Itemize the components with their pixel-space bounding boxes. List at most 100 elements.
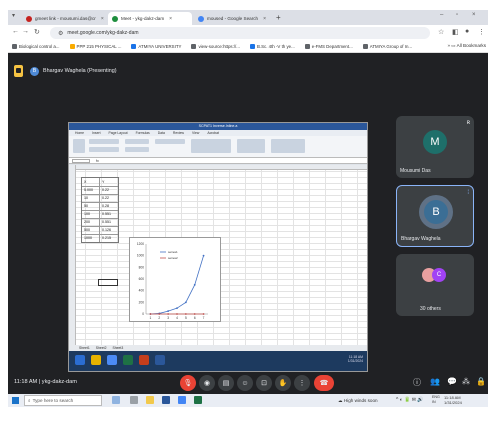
tab-meet[interactable]: Meet - ykg-dakz-dam ×: [108, 12, 192, 25]
participant-avatar: M: [423, 130, 447, 154]
system-tray[interactable]: ^ ◐ 🔋 ✉ 🔊: [396, 397, 424, 403]
widgets-icon[interactable]: [112, 396, 120, 404]
forward-icon[interactable]: →: [22, 28, 29, 35]
menu-icon[interactable]: ⋮: [478, 28, 485, 36]
align-format: [125, 147, 149, 152]
participant-tile-bhargav[interactable]: B ⁞ Bhargav Waghela: [396, 185, 474, 247]
minimize-icon[interactable]: –: [440, 12, 443, 18]
presentation-icon[interactable]: [14, 65, 23, 77]
paste-icon: [73, 139, 85, 153]
mic-off-icon[interactable]: 🎙: [180, 375, 196, 391]
gmail-icon: [26, 15, 32, 22]
chart-point: [167, 313, 170, 315]
chrome-icon: [107, 355, 117, 365]
column-header: [69, 165, 367, 170]
formula-bar: fx: [69, 158, 367, 164]
presenter-indicator[interactable]: B Bhargav Waghela (Presenting): [30, 65, 117, 77]
chrome-icon[interactable]: [178, 396, 186, 404]
bookmark-item[interactable]: ATMIYA Group of In...: [362, 44, 412, 49]
tab-google-search[interactable]: moused - Google Search ×: [194, 12, 272, 25]
windows-start-icon[interactable]: [12, 397, 19, 404]
bookmark-item[interactable]: Biological control a...: [12, 44, 60, 49]
plus-icon[interactable]: +: [276, 13, 281, 22]
bookmark-icon: [131, 44, 137, 49]
chart-point: [158, 313, 161, 315]
close-window-icon[interactable]: ×: [472, 12, 476, 18]
profile-icon[interactable]: ●: [465, 28, 469, 35]
legend-label: series2: [168, 256, 178, 260]
more-options-icon[interactable]: ʀ: [467, 120, 470, 126]
weather-widget[interactable]: ☁ High winds soon: [338, 398, 378, 404]
chart-x-tick-label: 2: [158, 316, 160, 320]
emoji-icon[interactable]: ☺: [237, 375, 253, 391]
table-cell: 0.22: [102, 196, 109, 200]
screenshot-frame: ▾ gmeet link - mousumi.das@cr × Meet - y…: [8, 10, 488, 407]
bookmark-item[interactable]: PPP 215 PHYSICAL ...: [69, 44, 121, 49]
chart-svg: 0 200 400 600 800 1000 1200 1 2 3 4 5 6 7 series1 serie…: [137, 242, 208, 320]
close-icon[interactable]: ×: [263, 16, 266, 22]
bookmark-star-icon[interactable]: ☆: [438, 28, 444, 36]
chart-point: [202, 313, 205, 315]
chart-y-tick-label: 400: [139, 289, 145, 293]
excel-icon: [123, 355, 133, 365]
lock-icon[interactable]: 🔒: [476, 377, 486, 386]
editing-box: [271, 139, 305, 153]
bookmark-item[interactable]: view-source:https://...: [191, 44, 240, 49]
participant-name: Mousumi Das: [400, 168, 431, 174]
more-options-icon[interactable]: ⋮: [294, 375, 310, 391]
search-icon: ⌕: [28, 398, 31, 403]
close-icon[interactable]: ×: [169, 16, 172, 22]
camera-off-icon[interactable]: ◉: [199, 375, 215, 391]
fx-icon: fx: [96, 158, 99, 163]
site-info-icon[interactable]: ⚙: [58, 30, 63, 37]
bookmark-icon: [304, 44, 310, 49]
bookmark-item[interactable]: ATMIYA UNIVERSITY: [131, 44, 181, 49]
back-icon[interactable]: ←: [12, 28, 19, 35]
table-cell: 0.28: [102, 204, 109, 208]
url-field[interactable]: ⚙ meet.google.com/ykg-dakz-dam: [50, 27, 430, 39]
chart-y-tick-label: 1200: [137, 242, 144, 246]
meeting-info: 11:18 AM | ykg-dakz-dam: [14, 379, 77, 385]
sheet-tab: Sheet2: [95, 346, 107, 350]
people-icon[interactable]: 👥: [430, 377, 440, 386]
extensions-icon[interactable]: ◧: [452, 28, 459, 36]
participant-tile-others[interactable]: C 30 others: [396, 254, 474, 316]
browser-tab-strip: ▾ gmeet link - mousumi.das@cr × Meet - y…: [8, 10, 488, 25]
reload-icon[interactable]: ↻: [34, 28, 40, 36]
chat-icon[interactable]: 💬: [447, 377, 457, 386]
meeting-code: ykg-dakz-dam: [41, 379, 77, 385]
word-icon: [155, 355, 165, 365]
table-cell: 5.000: [84, 188, 93, 192]
meeting-time: 11:18 AM: [14, 379, 38, 385]
captions-icon[interactable]: ▤: [218, 375, 234, 391]
taskbar-search[interactable]: ⌕ Type here to search: [24, 395, 102, 406]
table-cell: 100: [84, 212, 90, 216]
activities-icon[interactable]: ⁂: [462, 377, 470, 386]
language-indicator[interactable]: ENG IN: [432, 395, 440, 405]
bookmark-label: Biological control a...: [19, 44, 60, 49]
bookmark-item[interactable]: B.Sc. 4th -V th ye...: [249, 44, 295, 49]
table-cell: 0.551: [102, 220, 111, 224]
maximize-icon[interactable]: ▫: [456, 12, 458, 18]
tab-gmeet-link[interactable]: gmeet link - mousumi.das@cr ×: [22, 12, 106, 25]
info-icon[interactable]: ⓘ: [413, 377, 421, 388]
participant-tile-mousumi[interactable]: M ʀ Mousumi Das: [396, 116, 474, 178]
name-box[interactable]: [72, 158, 90, 163]
raise-hand-icon[interactable]: ✋: [275, 375, 291, 391]
file-explorer-icon[interactable]: [146, 396, 154, 404]
taskbar-clock[interactable]: 11:18 AM 1/31/2024: [444, 395, 462, 405]
present-icon[interactable]: ⊡: [256, 375, 272, 391]
task-view-icon[interactable]: [130, 396, 138, 404]
leave-call-icon[interactable]: ☎: [314, 375, 334, 391]
tab-search-icon[interactable]: ▾: [12, 12, 15, 19]
excel-icon[interactable]: [194, 396, 202, 404]
bookmark-icon: [362, 44, 368, 49]
close-icon[interactable]: ×: [101, 16, 104, 22]
all-bookmarks[interactable]: » ▭ All Bookmarks: [447, 43, 486, 49]
participant-name: Bhargav Waghela: [401, 236, 441, 242]
bookmark-label: B.Sc. 4th -V th ye...: [256, 44, 295, 49]
url-text: meet.google.com/ykg-dakz-dam: [67, 30, 139, 36]
bookmark-item[interactable]: e-FMS Department...: [304, 44, 353, 49]
table-row-divider: [82, 218, 118, 219]
word-icon[interactable]: [162, 396, 170, 404]
